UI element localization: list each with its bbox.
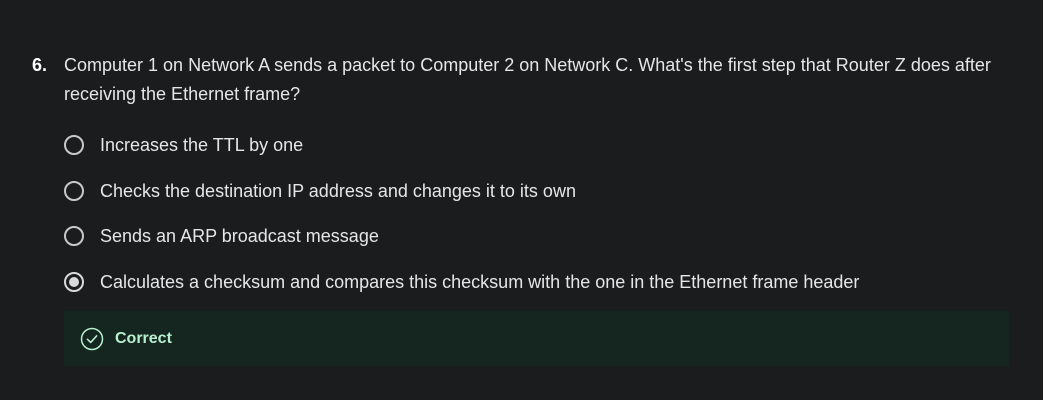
answer-options: Increases the TTL by one Checks the dest… — [64, 130, 1004, 312]
answer-option[interactable]: Increases the TTL by one — [64, 130, 1004, 160]
feedback-banner: Correct — [64, 311, 1009, 366]
answer-option-label: Calculates a checksum and compares this … — [100, 271, 860, 292]
check-circle-icon — [80, 327, 104, 350]
answer-option-label: Checks the destination IP address and ch… — [100, 180, 576, 201]
answer-option-label: Increases the TTL by one — [100, 135, 304, 155]
answer-option-selected[interactable]: Calculates a checksum and compares this … — [64, 267, 1004, 297]
feedback-label: Correct — [115, 329, 172, 347]
radio-button[interactable] — [64, 226, 84, 246]
answer-option[interactable]: Checks the destination IP address and ch… — [64, 176, 1004, 206]
answer-option[interactable]: Sends an ARP broadcast message — [64, 221, 1004, 251]
question-text: Computer 1 on Network A sends a packet t… — [64, 55, 991, 104]
radio-button[interactable] — [64, 180, 84, 201]
quiz-question: 6. Computer 1 on Network A sends a packe… — [0, 0, 1043, 400]
answer-option-label: Sends an ARP broadcast message — [100, 226, 379, 246]
radio-button[interactable] — [64, 135, 84, 155]
question-number: 6. — [32, 55, 48, 75]
radio-button-selected[interactable] — [64, 271, 84, 292]
question-header: 6. Computer 1 on Network A sends a packe… — [32, 51, 992, 109]
